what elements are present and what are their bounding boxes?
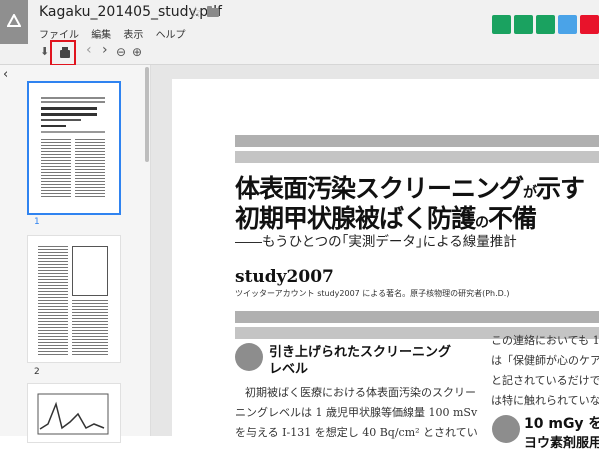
thumbnail-sidebar: ‹ 1 2 xyxy=(0,65,151,443)
app-icon-2[interactable] xyxy=(514,15,533,34)
drive-triangle-icon xyxy=(7,14,21,27)
app-icon-4[interactable] xyxy=(558,15,577,34)
document-page: 体表面汚染スクリーニングが示す 初期甲状腺被ばく防護の不備 ――もうひとつの｢実… xyxy=(172,79,599,459)
zoom-in-icon[interactable]: ⊕ xyxy=(132,45,142,59)
folder-icon[interactable] xyxy=(207,6,219,17)
menu-view[interactable]: 表示 xyxy=(123,30,143,41)
author-description: ツイッターアカウント study2007 による著名。原子核物理の研究者(Ph.… xyxy=(235,289,510,298)
section-bullet xyxy=(235,343,263,371)
article-subtitle: ――もうひとつの｢実測データ｣による線量推計 xyxy=(235,234,517,250)
menu-bar: ファイル 編集 表示 ヘルプ xyxy=(39,26,195,41)
app-icon-3[interactable] xyxy=(536,15,555,34)
section2-heading-line2: ヨウ素剤服用 xyxy=(524,436,599,451)
page-thumbnail-2[interactable] xyxy=(27,235,121,363)
right-column-line3: と記されているだけで, xyxy=(491,374,599,387)
toolbar: ⬇ ‹ › ⊖ ⊕ xyxy=(0,42,599,64)
header-bar-bottom xyxy=(235,151,599,163)
sidebar-scrollbar[interactable] xyxy=(145,67,149,162)
section-bullet-2 xyxy=(492,415,520,443)
menu-help[interactable]: ヘルプ xyxy=(156,30,186,41)
app-icon-1[interactable] xyxy=(492,15,511,34)
next-page-icon[interactable]: › xyxy=(102,42,108,58)
thumbnail-label-2: 2 xyxy=(34,367,40,377)
collapse-sidebar-icon[interactable]: ‹ xyxy=(3,67,8,82)
top-bar: Kagaku_201405_study.pdf ☆ ファイル 編集 表示 ヘルプ… xyxy=(0,0,599,66)
thumbnail-chart-graphic xyxy=(37,393,109,435)
divider-bar-top xyxy=(235,311,599,323)
author-name: study2007 xyxy=(235,267,334,287)
drive-logo[interactable] xyxy=(0,0,28,44)
print-icon xyxy=(60,47,70,58)
zoom-out-icon[interactable]: ⊖ xyxy=(116,45,126,59)
section-heading-line2: レベル xyxy=(269,362,309,377)
prev-page-icon[interactable]: ‹ xyxy=(86,42,92,58)
document-viewer[interactable]: 体表面汚染スクリーニングが示す 初期甲状腺被ばく防護の不備 ――もうひとつの｢実… xyxy=(151,65,599,459)
download-icon[interactable]: ⬇ xyxy=(40,45,49,58)
right-column-line2: は「保健師が心のケア等 xyxy=(491,354,599,367)
star-icon[interactable]: ☆ xyxy=(189,3,202,21)
right-column-line4: は特に触れられていない xyxy=(491,394,599,407)
body-text-line3: を与える I-131 を想定し 40 Bq/cm² とされてい xyxy=(235,426,478,439)
print-button[interactable] xyxy=(50,40,76,66)
thumbnail-label-1: 1 xyxy=(34,217,40,227)
app-icon-5[interactable] xyxy=(580,15,599,34)
body-text-line1: 初期被ばく医療における体表面汚染のスクリー xyxy=(245,386,476,399)
section2-heading-line1: 10 mGy を超 xyxy=(524,416,599,432)
header-bar-top xyxy=(235,135,599,147)
right-column-line1: この連絡においても 10 xyxy=(491,334,599,347)
body-text-line2: ニングレベルは 1 歳児甲状腺等価線量 100 mSv xyxy=(235,406,478,419)
page-thumbnail-1[interactable] xyxy=(27,81,121,215)
app-icons xyxy=(492,15,599,37)
page-thumbnail-3[interactable] xyxy=(27,383,121,443)
menu-edit[interactable]: 編集 xyxy=(91,30,111,41)
